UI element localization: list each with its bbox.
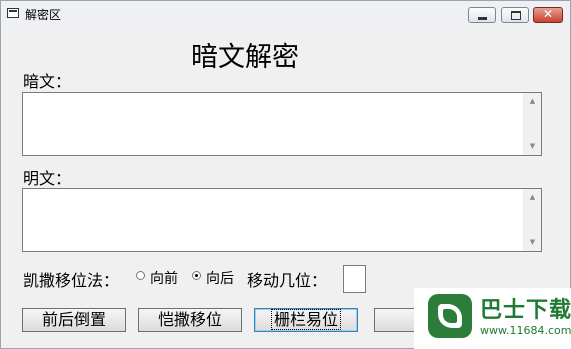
- minimize-icon: [478, 17, 487, 20]
- rail-fence-button[interactable]: 栅栏易位: [254, 308, 358, 332]
- plain-input[interactable]: [23, 189, 524, 251]
- caesar-label: 凯撒移位法：: [23, 271, 120, 290]
- shift-count-label: 移动几位：: [247, 271, 328, 290]
- watermark-url: www.11684.com: [480, 324, 571, 337]
- cipher-scrollbar[interactable]: ▲ ▼: [523, 93, 541, 155]
- app-icon: [7, 8, 19, 18]
- minimize-button[interactable]: [468, 7, 496, 23]
- radio-backward-label[interactable]: 向后: [206, 268, 234, 288]
- radio-forward-label[interactable]: 向前: [150, 268, 178, 288]
- window-title: 解密区: [25, 8, 62, 22]
- scroll-up-icon[interactable]: ▲: [524, 93, 541, 110]
- plain-scrollbar[interactable]: ▲ ▼: [523, 189, 541, 251]
- cipher-input[interactable]: [23, 93, 524, 155]
- scroll-down-icon[interactable]: ▼: [524, 138, 541, 155]
- watermark: 巴士下载 www.11684.com: [414, 288, 571, 349]
- watermark-logo-icon: [428, 294, 472, 338]
- close-button[interactable]: ✕: [533, 7, 563, 23]
- maximize-button[interactable]: [501, 7, 529, 23]
- scroll-down-icon[interactable]: ▼: [524, 234, 541, 251]
- cipher-label: 暗文：: [23, 72, 72, 91]
- plain-label: 明文：: [23, 169, 72, 188]
- page-title: 暗文解密: [191, 42, 299, 73]
- radio-backward[interactable]: [192, 271, 201, 280]
- reverse-button[interactable]: 前后倒置: [22, 308, 126, 332]
- caesar-shift-button[interactable]: 恺撒移位: [138, 308, 242, 332]
- maximize-icon: [511, 11, 521, 20]
- cipher-textbox[interactable]: ▲ ▼: [22, 92, 542, 156]
- watermark-brand: 巴士下载: [480, 298, 571, 323]
- title-bar[interactable]: 解密区 ✕: [1, 1, 570, 27]
- plain-textbox[interactable]: ▲ ▼: [22, 188, 542, 252]
- close-icon: ✕: [542, 7, 554, 21]
- radio-forward[interactable]: [136, 271, 145, 280]
- shift-count-input[interactable]: [343, 265, 366, 293]
- scroll-up-icon[interactable]: ▲: [524, 189, 541, 206]
